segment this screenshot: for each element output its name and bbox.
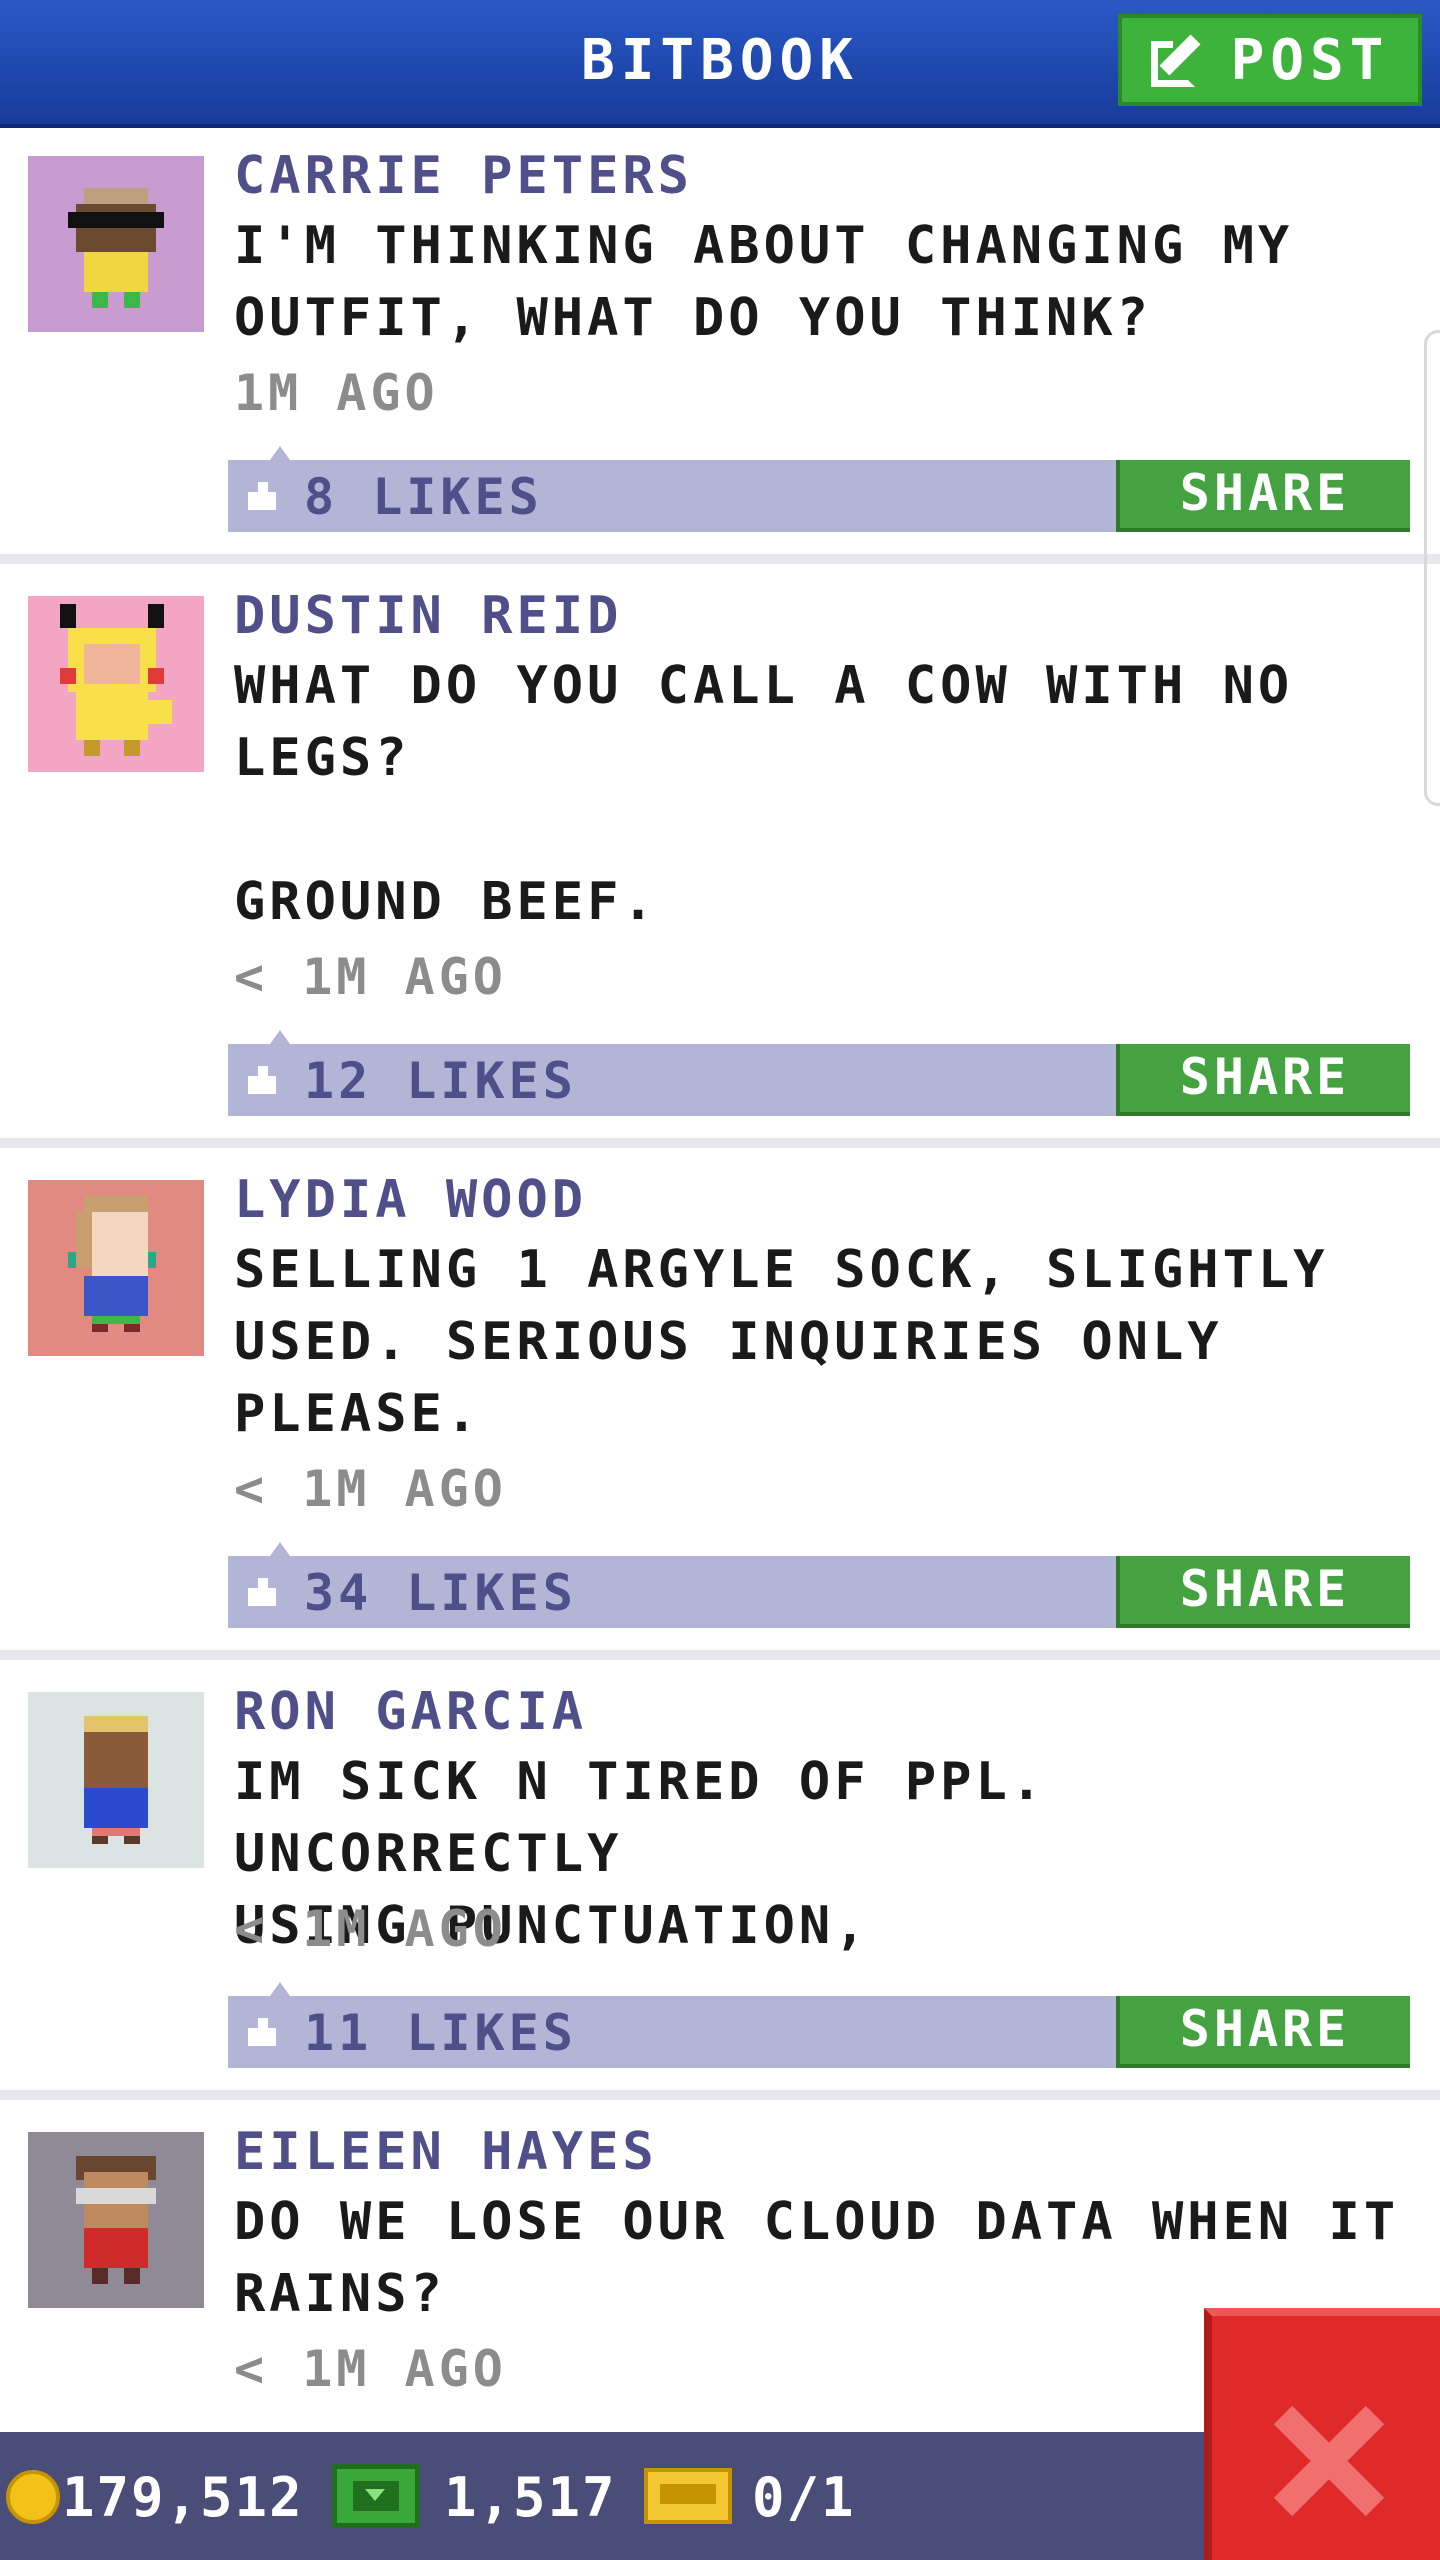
avatar[interactable] bbox=[28, 596, 204, 772]
share-button[interactable]: SHARE bbox=[1116, 1556, 1410, 1628]
coins-count: 179,512 bbox=[62, 2466, 304, 2529]
feed-post: LYDIA WOOD SELLING 1 ARGYLE SOCK, SLIGHT… bbox=[0, 1148, 1440, 1650]
post-timestamp: < 1M AGO bbox=[234, 2340, 507, 2398]
post-button-label: POST bbox=[1230, 27, 1390, 93]
bux-icon[interactable] bbox=[332, 2464, 420, 2528]
share-button[interactable]: SHARE bbox=[1116, 1044, 1410, 1116]
post-divider bbox=[0, 2090, 1440, 2100]
post-author[interactable]: EILEEN HAYES bbox=[234, 2122, 658, 2182]
thumbs-up-icon bbox=[244, 2018, 278, 2048]
likes-bar[interactable]: 11 LIKES SHARE bbox=[228, 1982, 1410, 2068]
post-button[interactable]: POST bbox=[1118, 14, 1422, 106]
likes-bar[interactable]: 34 LIKES SHARE bbox=[228, 1542, 1410, 1628]
likes-count: 8 LIKES bbox=[304, 468, 543, 526]
post-author[interactable]: RON GARCIA bbox=[234, 1682, 587, 1742]
avatar[interactable] bbox=[28, 1180, 204, 1356]
app-header: BITBOOK POST bbox=[0, 0, 1440, 128]
ticket-icon[interactable] bbox=[644, 2468, 732, 2524]
avatar[interactable] bbox=[28, 2132, 204, 2308]
post-divider bbox=[0, 554, 1440, 564]
feed-post: CARRIE PETERS I'M THINKING ABOUT CHANGIN… bbox=[0, 128, 1440, 558]
likes-count: 12 LIKES bbox=[304, 1052, 577, 1110]
post-divider bbox=[0, 1650, 1440, 1660]
likes-bar[interactable]: 12 LIKES SHARE bbox=[228, 1030, 1410, 1116]
share-button[interactable]: SHARE bbox=[1116, 1996, 1410, 2068]
post-text: SELLING 1 ARGYLE SOCK, SLIGHTLY USED. SE… bbox=[234, 1240, 1329, 1444]
likes-count: 11 LIKES bbox=[304, 2004, 577, 2062]
edit-icon bbox=[1150, 31, 1209, 89]
scrollbar[interactable] bbox=[1424, 330, 1440, 806]
post-timestamp: 1M AGO bbox=[234, 364, 439, 422]
feed-post: DUSTIN REID WHAT DO YOU CALL A COW WITH … bbox=[0, 564, 1440, 1142]
post-text: WHAT DO YOU CALL A COW WITH NO LEGS? GRO… bbox=[234, 656, 1294, 932]
feed-post: RON GARCIA IM SICK N TIRED OF PPL. UNCOR… bbox=[0, 1660, 1440, 2090]
thumbs-up-icon bbox=[244, 1578, 278, 1608]
post-text: I'M THINKING ABOUT CHANGING MY OUTFIT, W… bbox=[234, 216, 1294, 348]
post-author[interactable]: CARRIE PETERS bbox=[234, 146, 693, 206]
bux-count: 1,517 bbox=[444, 2466, 617, 2529]
post-author[interactable]: DUSTIN REID bbox=[234, 586, 622, 646]
avatar[interactable] bbox=[28, 1692, 204, 1868]
tickets-count: 0/1 bbox=[752, 2466, 856, 2529]
post-timestamp: < 1M AGO bbox=[234, 948, 507, 1006]
post-divider bbox=[0, 1138, 1440, 1148]
post-timestamp: < 1M AGO bbox=[234, 1460, 507, 1518]
likes-count: 34 LIKES bbox=[304, 1564, 577, 1622]
avatar[interactable] bbox=[28, 156, 204, 332]
coin-icon bbox=[6, 2470, 60, 2524]
post-author[interactable]: LYDIA WOOD bbox=[234, 1170, 587, 1230]
post-timestamp: < 1M AGO bbox=[234, 1900, 507, 1958]
thumbs-up-icon bbox=[244, 1066, 278, 1096]
close-button[interactable] bbox=[1204, 2308, 1440, 2560]
close-icon bbox=[1272, 2405, 1385, 2517]
likes-bar[interactable]: 8 LIKES SHARE bbox=[228, 446, 1410, 532]
share-button[interactable]: SHARE bbox=[1116, 460, 1410, 532]
thumbs-up-icon bbox=[244, 482, 278, 512]
